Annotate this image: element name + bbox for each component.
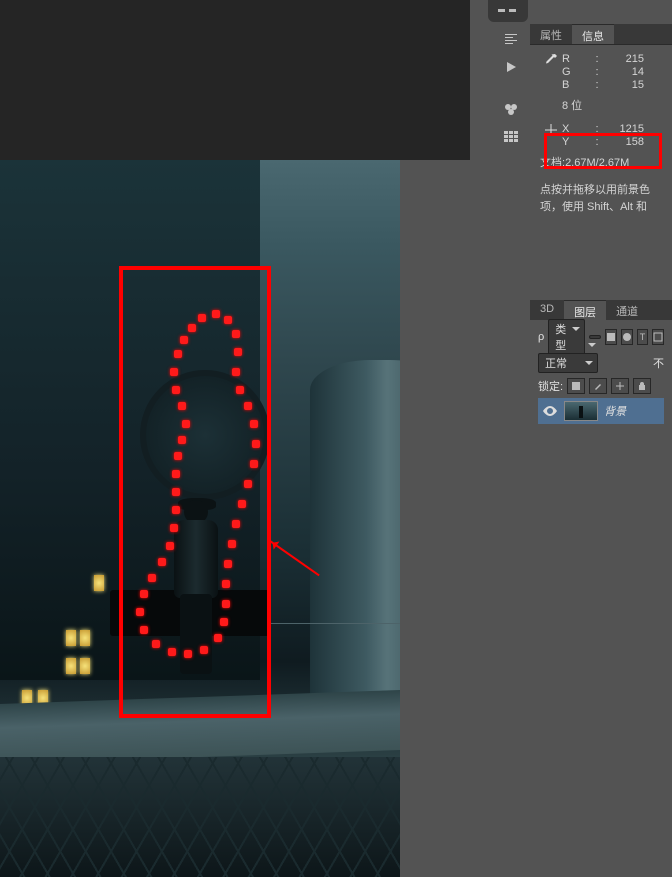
filter-kind-select[interactable]: 类型	[548, 319, 584, 355]
lock-all-icon[interactable]	[633, 378, 651, 394]
lock-pixels-icon[interactable]	[567, 378, 585, 394]
filter-pixel-icon[interactable]	[605, 329, 617, 345]
lock-move-icon[interactable]	[611, 378, 629, 394]
b-label: B	[562, 79, 590, 91]
g-label: G	[562, 66, 590, 78]
tab-info[interactable]: 信息	[572, 24, 614, 44]
layer-name[interactable]: 背景	[604, 403, 626, 419]
tab-channels[interactable]: 通道	[606, 300, 648, 320]
canvas-area	[0, 0, 490, 877]
lock-brush-icon[interactable]	[589, 378, 607, 394]
collapsed-tool-column	[498, 24, 526, 152]
annot-rect-xy	[544, 133, 662, 169]
filter-adjust-icon[interactable]	[621, 329, 633, 345]
lock-label: 锁定:	[538, 378, 563, 394]
paragraph-panel-icon[interactable]	[498, 26, 524, 52]
visibility-toggle[interactable]	[542, 403, 558, 419]
swatches-icon[interactable]	[498, 96, 524, 122]
eyedropper-icon	[540, 53, 562, 67]
layers-body: ρ 类型 T 正常 不 锁定: 背景	[530, 320, 672, 430]
filter-text-icon[interactable]: T	[637, 329, 648, 345]
tab-3d[interactable]: 3D	[530, 300, 564, 320]
struts	[0, 757, 400, 877]
blend-mode-select[interactable]: 正常	[538, 353, 598, 373]
window-light	[66, 630, 76, 646]
hint-line1: 点按并拖移以用前景色	[540, 182, 662, 199]
tab-properties[interactable]: 属性	[530, 24, 572, 44]
b-value: 15	[604, 79, 644, 91]
layers-panel: 3D 图层 通道 ρ 类型 T 正常 不 锁定:	[530, 300, 672, 430]
canvas-chrome-dark	[0, 0, 470, 160]
filter-shape-icon[interactable]	[652, 329, 664, 345]
layer-row[interactable]: 背景	[538, 398, 664, 424]
opacity-stub: 不	[653, 355, 664, 371]
info-tabbar: 属性 信息	[530, 24, 672, 44]
info-panel: 属性 信息 R:215 G:14 B:15 8 位 X:1215 Y:158	[530, 24, 672, 227]
tab-layers[interactable]: 图层	[564, 300, 606, 320]
window-light	[80, 658, 90, 674]
window-light	[80, 630, 90, 646]
play-icon[interactable]	[498, 54, 524, 80]
filter-dropdown[interactable]	[589, 335, 601, 339]
layers-tabbar: 3D 图层 通道	[530, 300, 672, 320]
annot-rect-figure	[119, 266, 271, 718]
tank	[310, 360, 400, 700]
window-light	[66, 658, 76, 674]
layer-thumbnail[interactable]	[564, 401, 598, 421]
grid-icon[interactable]	[498, 124, 524, 150]
r-value: 215	[604, 53, 644, 65]
panel-grip[interactable]	[488, 0, 528, 22]
hint-line2: 项，使用 Shift、Alt 和	[540, 199, 662, 216]
bitdepth: 8 位	[540, 97, 662, 113]
r-label: R	[562, 53, 590, 65]
window-light	[94, 575, 104, 591]
g-value: 14	[604, 66, 644, 78]
